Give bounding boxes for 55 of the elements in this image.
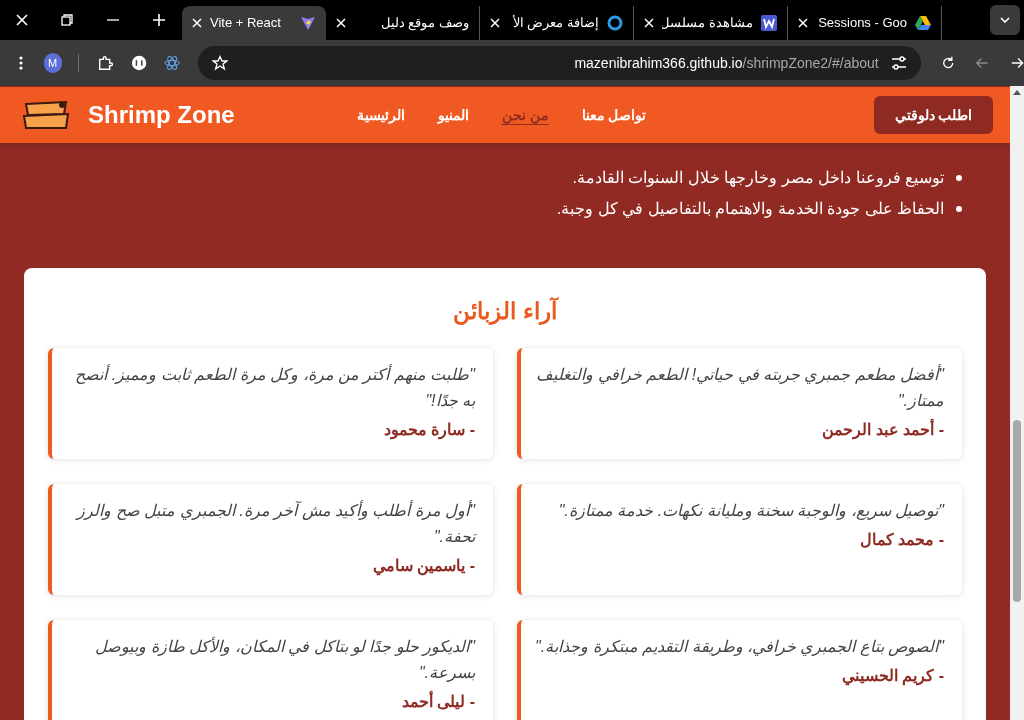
goal-text: الحفاظ على جودة الخدمة والاهتمام بالتفاصيل في كل وجبة. (557, 199, 944, 220)
menu-dots-icon (18, 56, 23, 70)
tab-title: Vite + React (210, 14, 282, 33)
section-title: آراء الزبائن (452, 296, 560, 327)
close-icon[interactable] (192, 18, 202, 28)
scrollbar-thumb[interactable] (1013, 420, 1021, 602)
testimonial-author: - محمد كمال (858, 530, 944, 550)
close-icon[interactable] (336, 18, 346, 28)
extension-icon[interactable] (130, 54, 148, 72)
testimonial-quote: "الصوص بتاع الجمبري خرافي، وطريقة التقديم مبتكرة وجذابة." (535, 637, 944, 658)
testimonial-author: - ياسمين سامي (371, 556, 475, 578)
order-button[interactable]: اطلب دلوقتي (874, 96, 993, 134)
goal-text: توسيع فروعنا داخل مصر وخارجها خلال السنوات القادمة. (572, 168, 944, 189)
testimonial-quote: "توصيل سريع، والوجبة سخنة ومليانة نكهات. خدمة ممتازة." (557, 501, 944, 522)
back-icon[interactable] (975, 55, 990, 71)
chevron-down-icon (1000, 17, 1010, 23)
drive-icon (915, 16, 931, 30)
browser-tab[interactable]: Vite + React (182, 6, 326, 40)
close-icon (15, 13, 29, 27)
close-icon[interactable] (490, 18, 500, 28)
bullet-icon (956, 205, 962, 212)
testimonial-author: - كريم الحسيني (840, 666, 944, 688)
react-icon[interactable] (164, 54, 181, 72)
bullet-icon (956, 174, 962, 181)
tune-icon[interactable] (890, 56, 907, 70)
restore-icon (61, 14, 73, 26)
address-bar[interactable]: mazenibrahim366.github.io/shrimpZone2/#/about (198, 46, 921, 80)
tab-title: مشاهدة مسلسل (662, 14, 753, 33)
puzzle-icon[interactable] (96, 54, 113, 72)
reload-icon[interactable] (940, 55, 956, 71)
testimonial-quote: "أفضل مطعم جمبري جربته في حياتي! الطعم خرافي والتغليف ممتاز." (535, 363, 944, 412)
close-icon[interactable] (644, 18, 654, 28)
testimonial-author: - سارة محمود (382, 420, 475, 442)
star-icon[interactable] (212, 55, 229, 71)
brand-name: Shrimp Zone (88, 100, 235, 130)
tab-title: وصف موقع دليل (379, 14, 469, 33)
lightning-icon (300, 15, 316, 31)
forward-icon[interactable] (1009, 55, 1024, 71)
tab-title: Sessions - Goo (817, 14, 907, 33)
minimize-icon (107, 19, 119, 21)
circle-icon (607, 15, 623, 31)
testimonial-author: - ليلى أحمد (400, 690, 475, 712)
tab-title: إضافة معرض الأ (511, 14, 599, 33)
tab-search-button[interactable] (990, 5, 1020, 35)
url-text: mazenibrahim366.github.io/shrimpZone2/#/about (574, 53, 879, 73)
testimonial-quote: "الديكور حلو جدًا لو بتاكل في المكان، والأكل طازة وبيوصل بسرعة." (94, 635, 475, 684)
plus-icon (153, 14, 165, 26)
testimonial-quote: "أول مرة أطلب وأكيد مش آخر مرة. الجمبري متبل صح والرز تحفة." (74, 499, 475, 547)
w-logo-icon (761, 15, 777, 31)
scroll-up-icon[interactable] (1013, 90, 1021, 95)
testimonial-quote: "طلبت منهم أكتر من مرة، وكل مرة الطعم ثابت ومميز. أنصح به جدًا!" (74, 363, 475, 411)
testimonial-author: - أحمد عبد الرحمن (821, 418, 944, 442)
logo-drawing (22, 100, 70, 130)
close-icon[interactable] (798, 18, 808, 28)
profile-avatar[interactable]: M (43, 53, 62, 73)
